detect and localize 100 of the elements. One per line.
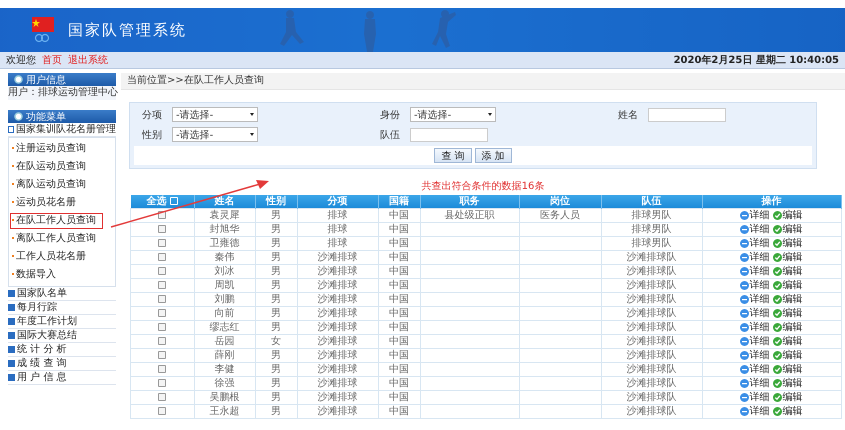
- column-header: 职务: [420, 195, 519, 208]
- table-cell: 男: [271, 378, 281, 389]
- table-cell: 排球: [328, 238, 348, 249]
- field-label: 身份: [380, 108, 401, 122]
- action-link[interactable]: 详细: [750, 294, 770, 305]
- table-cell: 排球: [328, 224, 348, 235]
- menu-item[interactable]: 离队运动员查询: [9, 176, 115, 194]
- action-link[interactable]: 编辑: [782, 280, 802, 291]
- menu-item[interactable]: 离队工作人员查询: [9, 230, 115, 248]
- action-link[interactable]: 详细: [750, 224, 770, 235]
- action-link[interactable]: 编辑: [782, 308, 802, 319]
- action-link[interactable]: 详细: [750, 238, 770, 249]
- caret-icon: [250, 113, 254, 116]
- checkbox[interactable]: [158, 407, 166, 416]
- menu-group[interactable]: 国家队名单: [8, 287, 116, 301]
- action-link[interactable]: 编辑: [782, 322, 802, 333]
- check-circle-icon: [772, 224, 782, 234]
- action-link[interactable]: 详细: [750, 392, 770, 403]
- action-link[interactable]: 编辑: [782, 266, 802, 277]
- action-link[interactable]: 详细: [750, 350, 770, 361]
- table-cell: 县处级正职: [444, 210, 494, 221]
- checkbox[interactable]: [158, 379, 166, 388]
- checkbox[interactable]: [158, 393, 166, 402]
- action-link[interactable]: 编辑: [782, 364, 802, 375]
- action-link[interactable]: 详细: [750, 280, 770, 291]
- check-circle-icon: [772, 294, 782, 304]
- menu-item[interactable]: 数据导入: [9, 266, 115, 284]
- checkbox[interactable]: [158, 253, 166, 262]
- menu-item[interactable]: 注册运动员查询: [9, 140, 115, 158]
- action-button[interactable]: 查 询: [434, 148, 472, 163]
- checkbox[interactable]: [158, 351, 166, 360]
- table-cell: 沙滩排球: [318, 406, 358, 417]
- checkbox[interactable]: [158, 295, 166, 304]
- table-cell: 中国: [389, 266, 409, 277]
- action-button[interactable]: 添 加: [474, 148, 512, 163]
- table-cell: 沙滩排球队: [626, 364, 676, 375]
- action-link[interactable]: 详细: [750, 308, 770, 319]
- action-link[interactable]: 详细: [750, 266, 770, 277]
- checkbox[interactable]: [158, 267, 166, 276]
- action-link[interactable]: 编辑: [782, 210, 802, 221]
- dropdown[interactable]: -请选择-: [172, 107, 258, 122]
- circle-icon: [14, 112, 23, 121]
- menu-group[interactable]: 成 绩 查 询: [8, 357, 116, 371]
- action-link[interactable]: 详细: [750, 210, 770, 221]
- action-link[interactable]: 编辑: [782, 392, 802, 403]
- menu-item[interactable]: 运动员花名册: [9, 194, 115, 212]
- checkbox[interactable]: [158, 281, 166, 290]
- table-cell: 沙滩排球: [318, 294, 358, 305]
- menu-group[interactable]: 国家集训队花名册管理: [8, 123, 116, 137]
- check-circle-icon: [772, 308, 782, 318]
- action-link[interactable]: 详细: [750, 252, 770, 263]
- user-name: 用户：排球运动管理中心: [8, 86, 116, 100]
- checkbox[interactable]: [158, 337, 166, 346]
- table-cell: 向前: [214, 308, 234, 319]
- dropdown[interactable]: -请选择-: [172, 127, 258, 142]
- action-link[interactable]: 编辑: [782, 238, 802, 249]
- checkbox[interactable]: [158, 365, 166, 374]
- table-cell: 沙滩排球队: [626, 280, 676, 291]
- table-cell: 中国: [389, 350, 409, 361]
- nav-link[interactable]: 首页: [42, 53, 62, 67]
- menu-group[interactable]: 用 户 信 息: [8, 371, 116, 385]
- check-circle-icon: [772, 280, 782, 290]
- table-cell: 中国: [389, 224, 409, 235]
- action-link[interactable]: 编辑: [782, 378, 802, 389]
- menu-group[interactable]: 国际大赛总结: [8, 329, 116, 343]
- table-cell: 沙滩排球队: [626, 378, 676, 389]
- menu-item[interactable]: 在队工作人员查询: [9, 212, 104, 230]
- nav-link[interactable]: 退出系统: [68, 53, 108, 67]
- action-link[interactable]: 编辑: [782, 224, 802, 235]
- action-link[interactable]: 详细: [750, 322, 770, 333]
- checkbox[interactable]: [158, 225, 166, 234]
- table-cell: 沙滩排球: [318, 378, 358, 389]
- menu-item[interactable]: 在队运动员查询: [9, 158, 115, 176]
- table-cell: 缪志红: [210, 322, 240, 333]
- action-link[interactable]: 详细: [750, 406, 770, 417]
- checkbox[interactable]: [158, 309, 166, 318]
- menu-group[interactable]: 每月行踪: [8, 301, 116, 315]
- checkbox[interactable]: [158, 323, 166, 332]
- menu-group[interactable]: 统 计 分 析: [8, 343, 116, 357]
- menu-group[interactable]: 年度工作计划: [8, 315, 116, 329]
- action-link[interactable]: 编辑: [782, 294, 802, 305]
- check-circle-icon: [772, 336, 782, 346]
- action-link[interactable]: 编辑: [782, 350, 802, 361]
- menu-item[interactable]: 工作人员花名册: [9, 248, 115, 266]
- action-link[interactable]: 详细: [750, 378, 770, 389]
- input-field[interactable]: [648, 108, 726, 122]
- action-link[interactable]: 详细: [750, 336, 770, 347]
- table-cell: 沙滩排球队: [626, 350, 676, 361]
- table-cell: 沙滩排球队: [626, 252, 676, 263]
- dropdown[interactable]: -请选择-: [410, 107, 496, 122]
- table-cell: 刘冰: [214, 266, 234, 277]
- checkbox[interactable]: [158, 239, 166, 248]
- table-cell: 王永超: [210, 406, 240, 417]
- action-link[interactable]: 编辑: [782, 252, 802, 263]
- field-label: 分项: [142, 108, 163, 122]
- input-field[interactable]: [410, 128, 488, 142]
- action-link[interactable]: 编辑: [782, 336, 802, 347]
- action-link[interactable]: 详细: [750, 364, 770, 375]
- caret-icon: [250, 133, 254, 136]
- action-link[interactable]: 编辑: [782, 406, 802, 417]
